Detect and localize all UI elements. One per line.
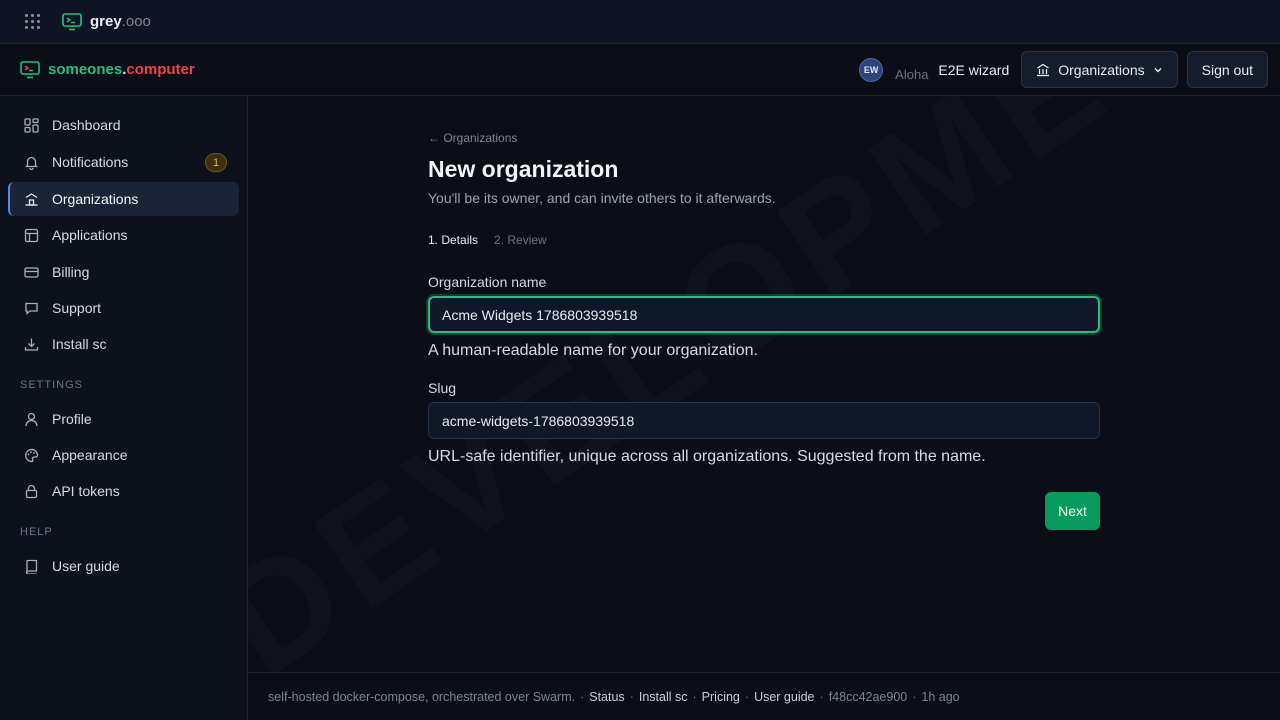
book-icon: [23, 558, 39, 574]
credit-card-icon: [23, 264, 39, 280]
next-button[interactable]: Next: [1045, 492, 1100, 530]
notifications-count-badge: 1: [205, 153, 227, 172]
lock-icon: [23, 483, 39, 499]
sidebar-item-label: Organizations: [52, 191, 139, 207]
sidebar-item-user-guide[interactable]: User guide: [8, 549, 239, 583]
sidebar-item-label: Appearance: [52, 447, 128, 463]
building-icon: [23, 191, 39, 207]
page-title: New organization: [428, 156, 619, 182]
sidebar-item-profile[interactable]: Profile: [8, 402, 239, 436]
slug-label: Slug: [428, 380, 457, 396]
sidebar-item-label: Applications: [52, 227, 128, 243]
sidebar-item-support[interactable]: Support: [8, 291, 239, 325]
environment-watermark: DEVELOPMENT: [248, 96, 1280, 672]
sidebar-item-install-sc[interactable]: Install sc: [8, 327, 239, 361]
footer-age: 1h ago: [921, 689, 960, 704]
back-to-organizations-link[interactable]: ← Organizations: [428, 131, 517, 145]
sidebar-item-organizations[interactable]: Organizations: [8, 182, 239, 216]
app-grid-icon[interactable]: [22, 12, 42, 32]
organization-name-help: A human-readable name for your organizat…: [428, 342, 758, 359]
sidebar-item-label: User guide: [52, 558, 120, 574]
sidebar: Dashboard Notifications 1 Organizations …: [0, 96, 248, 720]
organization-name-input[interactable]: [428, 296, 1100, 333]
top-bar: grey .ooo: [0, 0, 1280, 44]
greeting-text: Aloha: [895, 67, 929, 82]
sidebar-item-label: API tokens: [52, 483, 120, 499]
step-review: 2. Review: [494, 233, 547, 247]
app-header: someones. computer EW Aloha E2E wizard Or…: [0, 44, 1280, 96]
footer-link-install-sc[interactable]: Install sc: [639, 690, 688, 704]
footer-link-pricing[interactable]: Pricing: [702, 690, 740, 704]
footer-link-user-guide[interactable]: User guide: [754, 690, 814, 704]
monitor-terminal-icon: [62, 12, 82, 30]
organization-name-label: Organization name: [428, 274, 547, 290]
chevron-down-icon: [1154, 67, 1162, 72]
sidebar-item-label: Install sc: [52, 336, 107, 352]
chat-icon: [23, 300, 39, 316]
help-section-label: HELP: [20, 526, 53, 538]
sidebar-item-applications[interactable]: Applications: [8, 218, 239, 252]
organizations-dropdown-button[interactable]: Organizations: [1021, 51, 1178, 88]
footer: self-hosted docker-compose, orchestrated…: [248, 672, 1280, 720]
sidebar-item-label: Billing: [52, 264, 90, 280]
sidebar-item-billing[interactable]: Billing: [8, 255, 239, 289]
layout-icon: [23, 227, 39, 243]
avatar[interactable]: EW: [859, 57, 884, 82]
brand-name: someones: [48, 61, 123, 78]
slug-help: URL-safe identifier, unique across all o…: [428, 448, 986, 465]
dashboard-icon: [23, 117, 39, 133]
footer-text: self-hosted docker-compose, orchestrated…: [268, 689, 576, 704]
grey-brand-link[interactable]: grey .ooo: [62, 12, 151, 31]
sidebar-item-label: Notifications: [52, 154, 129, 170]
sidebar-item-dashboard[interactable]: Dashboard: [8, 108, 239, 142]
username-text: E2E wizard: [938, 61, 1010, 78]
footer-commit-hash: f48cc42ae900: [828, 689, 908, 704]
sidebar-item-label: Profile: [52, 411, 92, 427]
sidebar-item-label: Support: [52, 300, 102, 316]
sidebar-item-notifications[interactable]: Notifications 1: [8, 145, 239, 179]
wizard-steps: 1. Details 2. Review: [428, 233, 547, 247]
organizations-dropdown-label: Organizations: [1058, 61, 1145, 78]
sidebar-item-label: Dashboard: [52, 117, 121, 133]
settings-section-label: SETTINGS: [20, 379, 84, 391]
main-content: DEVELOPMENT ← Organizations New organiza…: [248, 96, 1280, 672]
slug-input[interactable]: [428, 402, 1100, 439]
brand-link[interactable]: someones. computer: [20, 60, 195, 79]
page-subtitle: You'll be its owner, and can invite othe…: [428, 190, 776, 206]
grey-brand-tld: .ooo: [121, 13, 151, 30]
sidebar-item-api-tokens[interactable]: API tokens: [8, 474, 239, 508]
sidebar-item-appearance[interactable]: Appearance: [8, 438, 239, 472]
bell-icon: [23, 154, 39, 170]
building-icon: [1037, 63, 1050, 76]
sign-out-button[interactable]: Sign out: [1186, 51, 1268, 88]
footer-link-status[interactable]: Status: [589, 690, 624, 704]
brand-tld: computer: [126, 61, 195, 78]
grey-brand-name: grey: [90, 13, 122, 30]
download-icon: [23, 336, 39, 352]
step-details: 1. Details: [428, 233, 479, 247]
terminal-monitor-icon: [20, 60, 40, 78]
palette-icon: [23, 447, 39, 463]
user-icon: [23, 411, 39, 427]
